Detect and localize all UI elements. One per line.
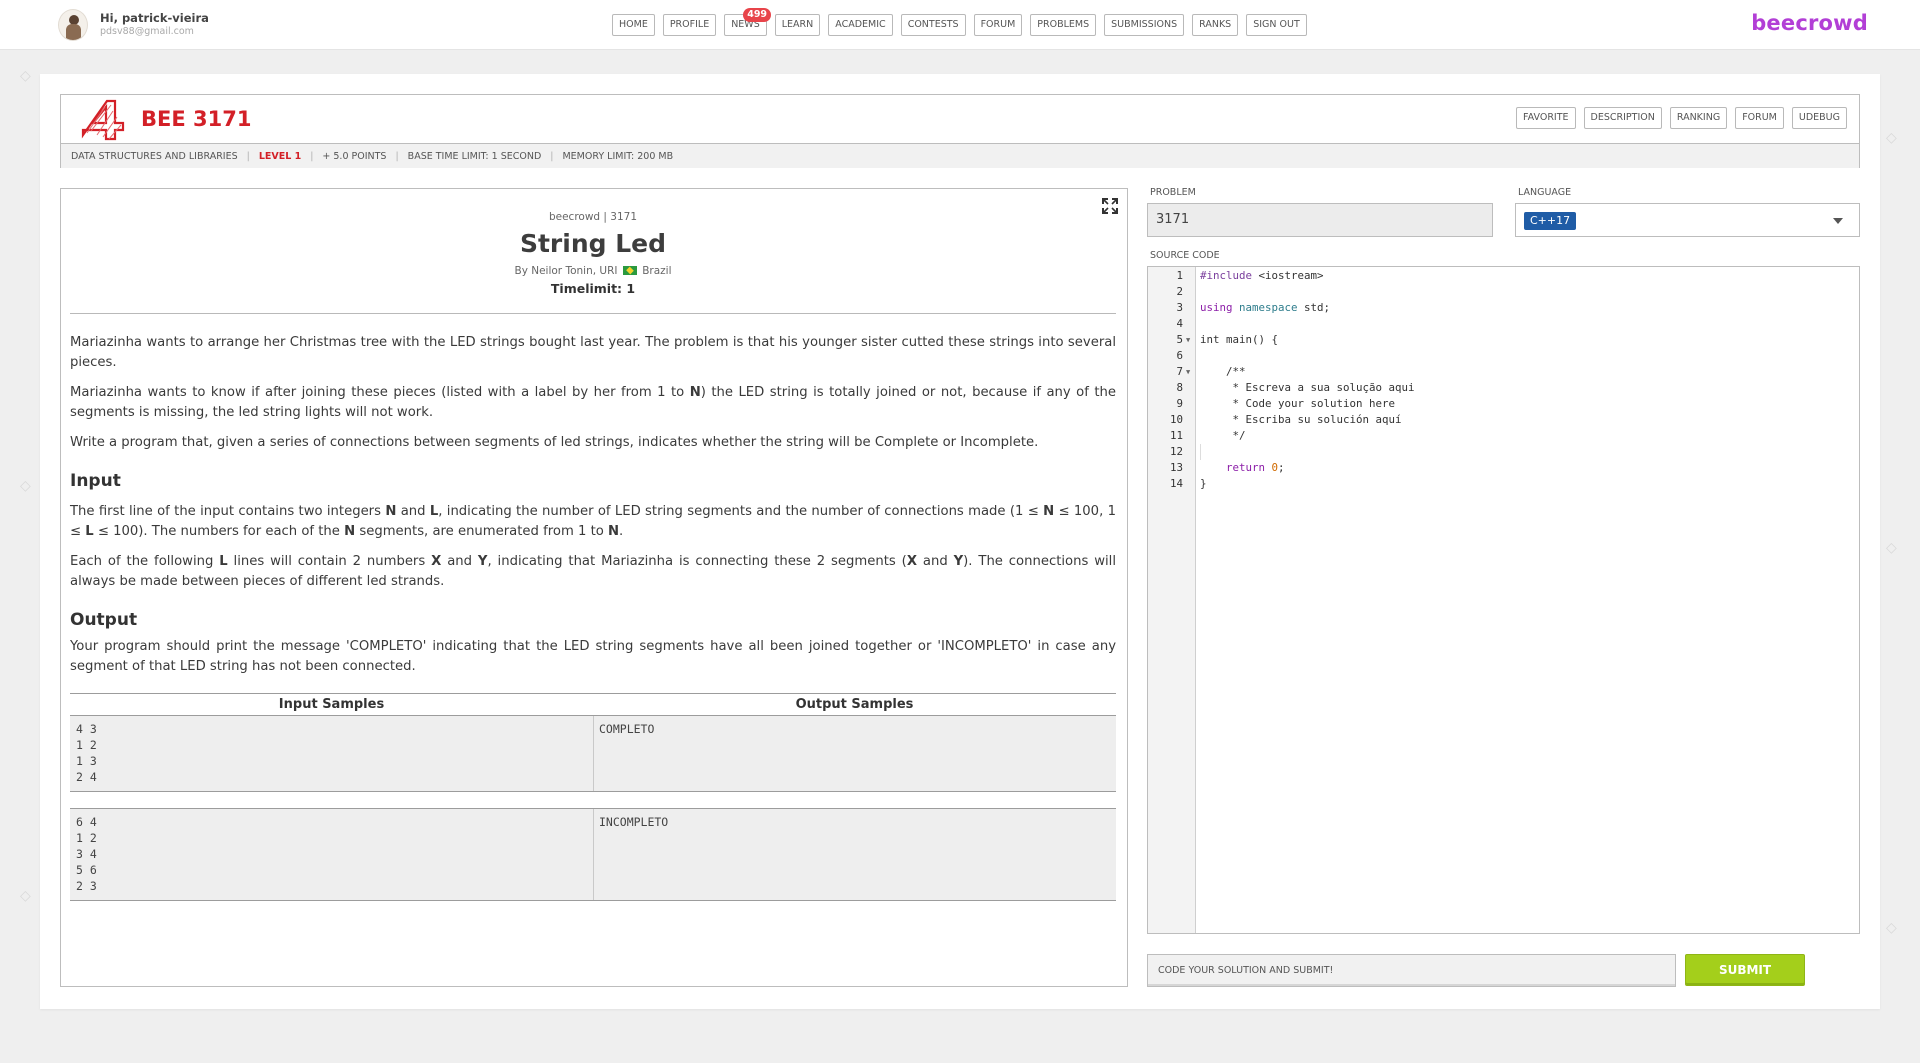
problem-meta: DATA STRUCTURES AND LIBRARIES | LEVEL 1 …	[61, 143, 1859, 168]
user-name: patrick-vieira	[121, 11, 209, 25]
code-line: 5 ▼ int main() {	[1176, 332, 1279, 348]
output-samples-header: Output Samples	[795, 697, 914, 712]
main-card: BEE 3171 FAVORITE DESCRIPTION RANKING FO…	[40, 74, 1880, 1009]
fold-arrow-icon[interactable]: ▼	[1186, 332, 1190, 348]
nav-contests[interactable]: CONTESTS	[900, 14, 966, 36]
problem-label: PROBLEM	[1150, 187, 1196, 198]
sample-row: 6 4 1 2 3 4 5 6 2 3 INCOMPLETO	[70, 808, 1116, 901]
user-info[interactable]: Hi, patrick-vieira pdsv88@gmail.com	[58, 8, 209, 42]
input-paragraph: Each of the following L lines will conta…	[70, 554, 1117, 589]
sample-output: COMPLETO	[593, 716, 1116, 791]
fold-arrow-icon[interactable]: ▼	[1186, 364, 1190, 380]
tab-ranking[interactable]: RANKING	[1669, 107, 1728, 129]
samples-table: Input Samples Output Samples 4 3 1 2 1 3…	[70, 693, 1116, 901]
submit-hint: CODE YOUR SOLUTION AND SUBMIT!	[1147, 954, 1676, 987]
code-line: 9 * Code your solution here	[1176, 397, 1396, 410]
language-select[interactable]: C++17	[1515, 203, 1860, 237]
background-diamond-icon: ◇	[20, 888, 31, 904]
nav-profile[interactable]: PROFILE	[662, 14, 717, 36]
source-code-label: SOURCE CODE	[1150, 250, 1220, 261]
avatar[interactable]	[58, 9, 88, 41]
code-editor[interactable]: 1 #include <iostream> 2 3 using namespac…	[1147, 266, 1860, 934]
problem-header: BEE 3171 FAVORITE DESCRIPTION RANKING FO…	[60, 94, 1860, 168]
description-paragraph: Mariazinha wants to arrange her Christma…	[70, 335, 1116, 370]
meta-level: LEVEL 1	[258, 150, 302, 162]
input-heading: Input	[70, 471, 121, 491]
nav-learn[interactable]: LEARN	[774, 14, 821, 36]
brand-logo[interactable]: beecrowd	[1751, 11, 1868, 35]
nav-academic[interactable]: ACADEMIC	[828, 14, 893, 36]
user-greeting: Hi, patrick-vieira	[100, 11, 209, 25]
problem-code: BEE 3171	[141, 107, 252, 131]
user-email: pdsv88@gmail.com	[100, 26, 194, 37]
code-line: 3 using namespace std;	[1176, 301, 1331, 314]
meta-category[interactable]: DATA STRUCTURES AND LIBRARIES	[71, 151, 238, 162]
top-navbar: Hi, patrick-vieira pdsv88@gmail.com HOME…	[0, 0, 1920, 50]
nav-home[interactable]: HOME	[612, 14, 655, 36]
background-diamond-icon: ◇	[1886, 920, 1897, 936]
nav-ranks[interactable]: RANKS	[1192, 14, 1239, 36]
output-paragraph: Your program should print the message 'C…	[70, 639, 1116, 674]
problem-description-panel: beecrowd | 3171 String Led By Neilor Ton…	[60, 188, 1128, 987]
description-paragraph: Mariazinha wants to know if after joinin…	[70, 385, 1116, 420]
problem-title: String Led	[519, 229, 667, 258]
background-diamond-icon: ◇	[20, 68, 31, 84]
nav-sign-out[interactable]: SIGN OUT	[1246, 14, 1307, 36]
background-diamond-icon: ◇	[20, 478, 31, 494]
code-line: 13 return 0;	[1169, 461, 1285, 474]
meta-time-limit: BASE TIME LIMIT: 1 SECOND	[407, 150, 542, 162]
code-line: 7 ▼ /**	[1176, 364, 1246, 380]
code-line: 12	[1148, 444, 1859, 460]
tab-description[interactable]: DESCRIPTION	[1583, 107, 1662, 129]
code-line: 10 * Escriba su solución aquí	[1169, 413, 1402, 426]
background-diamond-icon: ◇	[1886, 540, 1897, 556]
problem-tabs: FAVORITE DESCRIPTION RANKING FORUM UDEBU…	[1508, 107, 1847, 129]
level-number-icon	[81, 99, 125, 141]
code-line: 4	[1176, 317, 1183, 330]
problem-timelimit: Timelimit: 1	[550, 281, 636, 296]
nav-submissions[interactable]: SUBMISSIONS	[1104, 14, 1185, 36]
nav-news[interactable]: NEWS 499	[724, 8, 772, 36]
sample-input: 4 3 1 2 1 3 2 4	[76, 722, 97, 784]
background-diamond-icon: ◇	[1886, 130, 1897, 146]
description-paragraph: Write a program that, given a series of …	[70, 435, 1039, 450]
input-paragraph: The first line of the input contains two…	[70, 504, 1116, 539]
meta-points: + 5.0 POINTS	[322, 150, 387, 162]
chevron-down-icon[interactable]	[1833, 218, 1843, 224]
language-label: LANGUAGE	[1518, 187, 1572, 198]
problem-source: beecrowd | 3171	[548, 211, 638, 223]
tab-udebug[interactable]: UDEBUG	[1791, 107, 1847, 129]
sample-input: 6 4 1 2 3 4 5 6 2 3	[76, 815, 97, 893]
nav-problems[interactable]: PROBLEMS	[1030, 14, 1097, 36]
code-line: 14 }	[1169, 477, 1207, 490]
main-nav: HOME PROFILE NEWS 499 LEARN ACADEMIC CON…	[612, 8, 1315, 36]
problem-author: By Neilor Tonin, URI Brazil	[514, 265, 672, 277]
code-line: 8 * Escreva a sua solução aqui	[1176, 381, 1415, 394]
sample-output: INCOMPLETO	[593, 809, 1116, 900]
brazil-flag-icon	[622, 266, 637, 275]
output-heading: Output	[70, 610, 138, 630]
code-line: 6	[1176, 349, 1183, 362]
code-line: 1 #include <iostream>	[1176, 269, 1324, 282]
submit-button[interactable]: SUBMIT	[1685, 954, 1805, 986]
code-line: 11 */	[1169, 429, 1246, 442]
language-selected: C++17	[1524, 212, 1577, 230]
sample-row: 4 3 1 2 1 3 2 4 COMPLETO	[70, 716, 1116, 792]
tab-forum[interactable]: FORUM	[1735, 107, 1784, 129]
problem-id-field[interactable]: 3171	[1147, 203, 1493, 237]
nav-forum[interactable]: FORUM	[973, 14, 1023, 36]
tab-favorite[interactable]: FAVORITE	[1516, 107, 1576, 129]
input-samples-header: Input Samples	[278, 697, 385, 712]
news-count-badge: 499	[743, 8, 772, 22]
meta-memory-limit: MEMORY LIMIT: 200 MB	[562, 150, 674, 162]
code-line: 2	[1176, 285, 1183, 298]
